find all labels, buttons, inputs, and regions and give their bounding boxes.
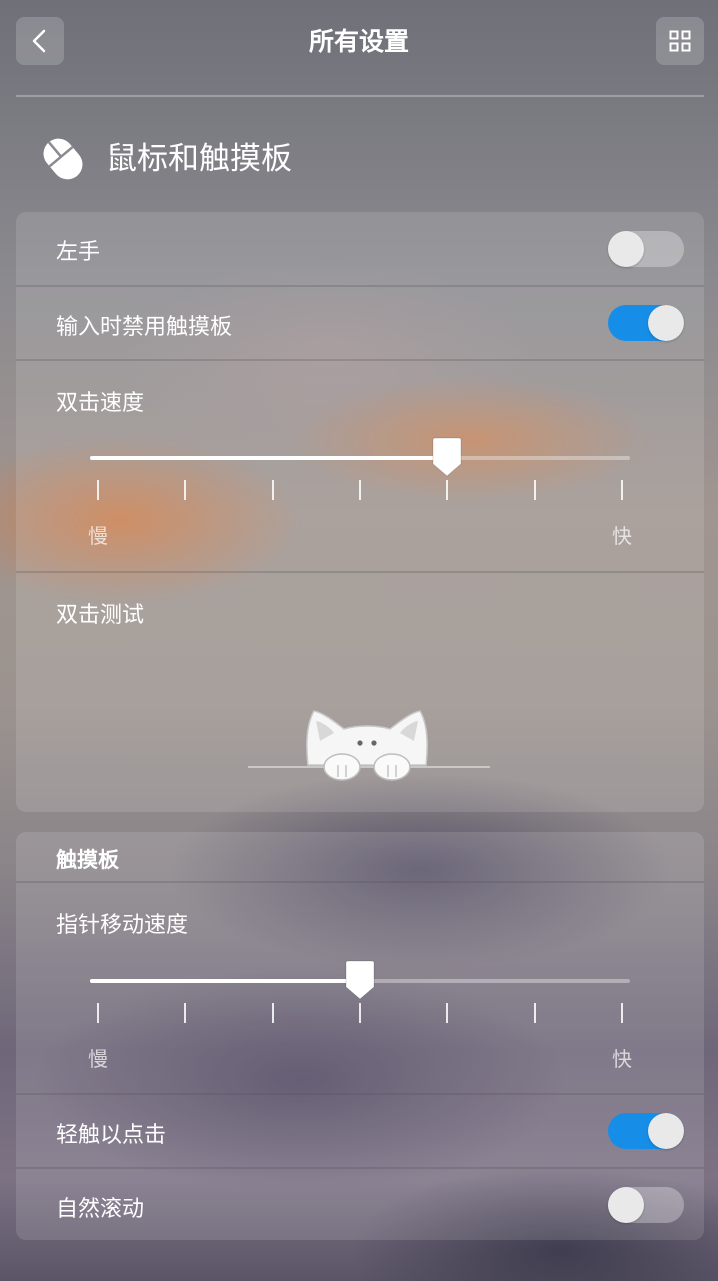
toggle-knob xyxy=(648,305,684,341)
slider-tick xyxy=(97,480,99,500)
left-hand-label: 左手 xyxy=(56,240,101,265)
page-title: 所有设置 xyxy=(308,27,409,56)
double-click-speed-label: 双击速度 xyxy=(56,391,145,416)
left-hand-toggle[interactable] xyxy=(608,231,684,267)
slider-tick xyxy=(533,480,536,500)
header-divider xyxy=(16,95,704,97)
slider-tick xyxy=(359,480,361,500)
toggle-knob xyxy=(608,231,644,267)
cat-icon[interactable] xyxy=(302,707,432,782)
slider-max-label: 快 xyxy=(612,1047,632,1071)
slider-min-label: 慢 xyxy=(88,1047,108,1071)
back-button[interactable] xyxy=(16,17,64,65)
touchpad-group-header: 触摸板 xyxy=(16,832,704,881)
slider-fill xyxy=(90,979,360,983)
disable-touchpad-typing-toggle[interactable] xyxy=(608,305,684,341)
slider-fill xyxy=(90,456,448,460)
left-hand-row: 左手 xyxy=(16,212,704,286)
mouse-settings-panel: 左手 输入时禁用触摸板 双击速度 慢 快 双击测试 xyxy=(16,212,704,812)
slider-thumb[interactable] xyxy=(432,436,462,478)
touchpad-settings-panel: 触摸板 指针移动速度 慢 快 轻触以点击 自然滚动 xyxy=(16,832,704,1240)
slider-tick xyxy=(359,1003,361,1023)
slider-tick xyxy=(533,1003,536,1023)
slider-tick xyxy=(184,1003,187,1023)
pointer-speed-label: 指针移动速度 xyxy=(56,913,189,938)
toggle-knob xyxy=(648,1113,684,1149)
tap-to-click-label: 轻触以点击 xyxy=(56,1123,167,1148)
natural-scrolling-toggle[interactable] xyxy=(608,1187,684,1223)
all-settings-grid-button[interactable] xyxy=(656,17,704,65)
disable-touchpad-typing-row: 输入时禁用触摸板 xyxy=(16,287,704,359)
chevron-left-icon xyxy=(32,29,46,53)
slider-min-label: 慢 xyxy=(88,524,108,548)
natural-scrolling-row: 自然滚动 xyxy=(16,1169,704,1240)
section-title: 鼠标和触摸板 xyxy=(106,141,292,177)
pointer-speed-row: 指针移动速度 慢 快 xyxy=(16,883,704,1093)
slider-thumb[interactable] xyxy=(345,959,375,1001)
slider-tick xyxy=(621,1003,623,1023)
disable-touchpad-typing-label: 输入时禁用触摸板 xyxy=(56,315,233,340)
toggle-knob xyxy=(608,1187,644,1223)
mouse-icon xyxy=(43,138,83,180)
tap-to-click-toggle[interactable] xyxy=(608,1113,684,1149)
slider-tick xyxy=(446,1003,449,1023)
slider-tick xyxy=(97,1003,99,1023)
slider-tick xyxy=(184,480,187,500)
tap-to-click-row: 轻触以点击 xyxy=(16,1095,704,1167)
touchpad-group-label: 触摸板 xyxy=(56,848,119,872)
pointer-speed-slider[interactable]: 慢 快 xyxy=(88,960,632,1099)
slider-tick xyxy=(271,480,274,500)
slider-tick xyxy=(271,1003,274,1023)
natural-scrolling-label: 自然滚动 xyxy=(56,1197,145,1222)
slider-max-label: 快 xyxy=(612,524,632,548)
double-click-speed-slider[interactable]: 慢 快 xyxy=(88,437,632,576)
grid-icon xyxy=(669,30,691,52)
header-bar: 所有设置 xyxy=(0,0,718,96)
double-click-speed-row: 双击速度 慢 快 xyxy=(16,361,704,571)
slider-tick xyxy=(621,480,623,500)
double-click-test-label: 双击测试 xyxy=(56,603,145,628)
slider-tick xyxy=(446,480,449,500)
